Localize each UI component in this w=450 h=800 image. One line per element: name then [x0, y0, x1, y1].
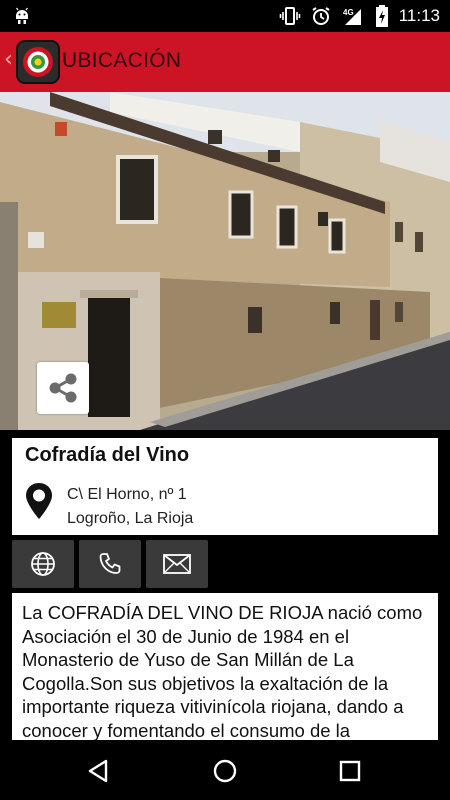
roundel-icon [23, 47, 53, 77]
alarm-icon [312, 7, 330, 25]
status-time: 11:13 [398, 6, 440, 25]
signal-icon: 4G [343, 8, 361, 25]
address-line-1: C\ El Horno, nº 1 [67, 486, 187, 503]
recents-icon[interactable] [337, 758, 363, 784]
email-button[interactable] [146, 540, 208, 588]
phone-icon [99, 553, 121, 574]
battery-charging-icon [375, 5, 388, 27]
home-icon[interactable] [212, 758, 238, 784]
chevron-left-icon[interactable]: ‹ [4, 47, 13, 72]
description-panel[interactable]: La COFRADÍA DEL VINO DE RIOJA nació como… [12, 593, 438, 740]
map-pin-icon [26, 483, 52, 519]
svg-text:4G: 4G [343, 8, 354, 17]
page-title: UBICACIÓN [62, 49, 182, 72]
place-name: Cofradía del Vino [25, 444, 190, 466]
place-info-card: Cofradía del Vino C\ El Horno, nº 1 Logr… [12, 438, 438, 535]
app-logo[interactable] [16, 40, 60, 84]
description-text: La COFRADÍA DEL VINO DE RIOJA nació como… [22, 602, 423, 740]
share-button[interactable] [37, 362, 89, 414]
call-button[interactable] [79, 540, 141, 588]
navigation-bar [0, 740, 450, 800]
globe-icon [31, 552, 55, 576]
address-line-2: Logroño, La Rioja [67, 510, 194, 527]
android-icon [16, 7, 28, 24]
vibrate-icon [279, 7, 301, 25]
status-bar: 4G 11:13 [0, 0, 450, 32]
website-button[interactable] [12, 540, 74, 588]
back-icon[interactable] [86, 758, 112, 784]
share-icon [49, 373, 77, 403]
action-bar: ‹ UBICACIÓN [0, 32, 450, 92]
envelope-icon [163, 554, 191, 574]
